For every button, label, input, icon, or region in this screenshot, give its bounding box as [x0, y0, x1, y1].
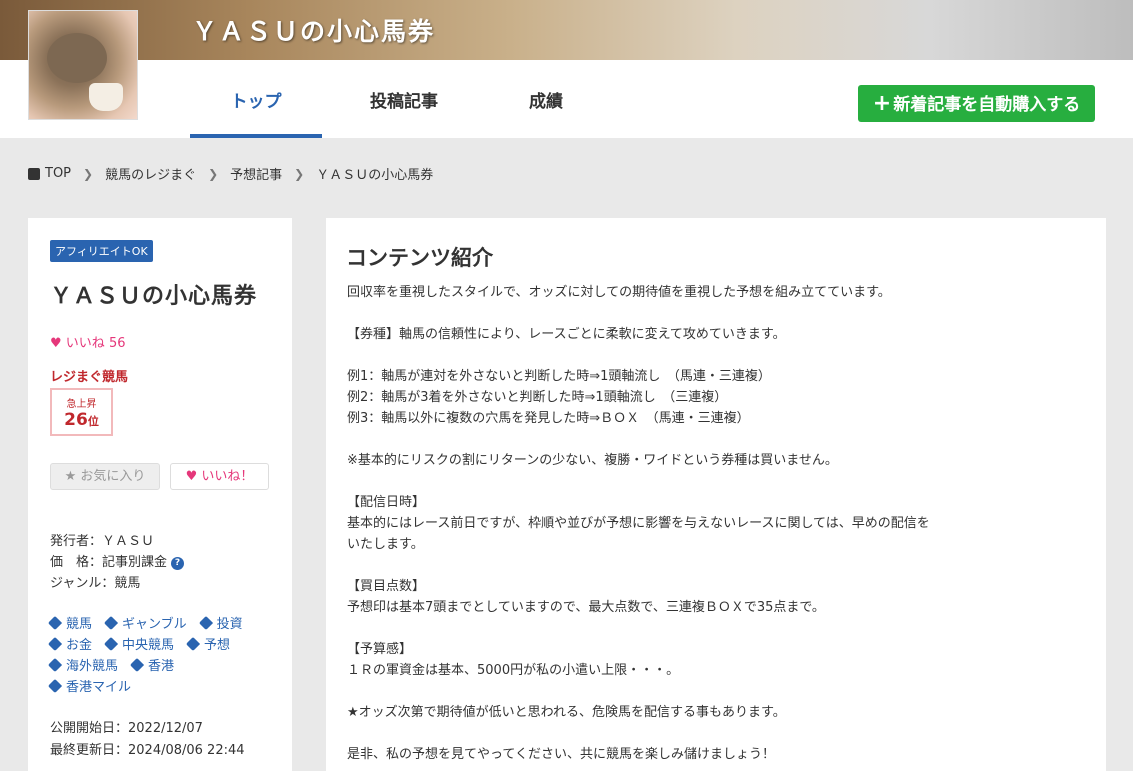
rank-status: 急上昇 [66, 399, 97, 410]
publisher: 発行者：ＹＡＳＵ [50, 534, 155, 549]
breadcrumb-top[interactable]: TOP [45, 166, 71, 181]
content-title: コンテンツ紹介 [346, 246, 493, 270]
dates: 公開開始日：2022/12/07 最終更新日：2024/08/06 22:44 [50, 718, 245, 762]
tag-icon [47, 657, 63, 673]
like-label: いいね！ [201, 469, 254, 484]
tag-icon [198, 615, 213, 631]
tag-icon [47, 615, 63, 631]
tag-item[interactable]: お金 [47, 635, 92, 656]
tag-icon [129, 657, 145, 673]
content-body: 回収率を重視したスタイルで、オッズに対しての期待値を重視した予想を組み立てていま… [347, 285, 930, 762]
cup-shape [89, 83, 123, 111]
tab-results[interactable]: 成績 [480, 60, 612, 138]
tab-top-label: トップ [230, 92, 282, 112]
genre: ジャンル：競馬 [50, 576, 141, 591]
heart-icon: ♥ [50, 336, 62, 351]
likes-label: いいね [65, 336, 105, 351]
tag-icon [185, 636, 201, 652]
tag-list: 競馬 ギャンブル 投資 お金 中央競馬 予想 海外競馬 香港 香港マイル [47, 614, 280, 698]
tag-item[interactable]: 香港 [129, 656, 174, 677]
auto-buy-button[interactable]: + 新着記事を自動購入する [858, 85, 1095, 122]
breadcrumb-keiba[interactable]: 競馬のレジまぐ [105, 164, 196, 183]
cat-face-shape [47, 33, 107, 83]
magazine-info-card: アフィリエイトOK ＹＡＳＵの小心馬券 ♥ いいね 56 レジまぐ競馬 急上昇 … [28, 218, 292, 771]
avatar[interactable] [28, 10, 138, 120]
cube-icon [28, 167, 40, 180]
likes-count: ♥ いいね 56 [50, 332, 126, 351]
chevron-right-icon: ❯ [208, 166, 219, 181]
content-card: コンテンツ紹介 回収率を重視したスタイルで、オッズに対しての期待値を重視した予想… [326, 218, 1106, 771]
chevron-right-icon: ❯ [294, 166, 305, 181]
favorite-label: お気に入り [80, 469, 146, 484]
header-banner: ＹＡＳＵの小心馬券 [0, 0, 1133, 60]
plus-icon: + [872, 91, 892, 116]
affiliate-badge: アフィリエイトOK [50, 240, 153, 262]
tag-item[interactable]: 予想 [185, 635, 230, 656]
banner-title: ＹＡＳＵの小心馬券 [192, 17, 436, 46]
updated-date: 最終更新日：2024/08/06 22:44 [50, 743, 245, 758]
tag-icon [103, 615, 119, 631]
tab-top[interactable]: トップ [190, 60, 322, 138]
tag-item[interactable]: ギャンブル [103, 614, 187, 635]
published-date: 公開開始日：2022/12/07 [50, 721, 203, 736]
tag-item[interactable]: 海外競馬 [47, 656, 118, 677]
breadcrumb: TOP ❯ 競馬のレジまぐ ❯ 予想記事 ❯ ＹＡＳＵの小心馬券 [28, 164, 433, 183]
help-icon[interactable]: ? [171, 557, 185, 570]
like-button[interactable]: ♥ いいね！ [170, 463, 269, 490]
tab-results-label: 成績 [529, 92, 563, 112]
rank-badge: 急上昇 26位 [50, 388, 113, 436]
likes-number: 56 [108, 336, 126, 351]
rank-value-wrap: 26位 [52, 410, 111, 432]
breadcrumb-current: ＹＡＳＵの小心馬券 [316, 168, 434, 183]
rank-value: 26 [64, 410, 88, 430]
tag-item[interactable]: 中央競馬 [103, 635, 174, 656]
star-icon: ★ [64, 469, 77, 484]
tag-item[interactable]: 香港マイル [47, 677, 131, 698]
chevron-right-icon: ❯ [83, 166, 94, 181]
rank-label: レジまぐ競馬 [50, 370, 129, 385]
price-text: 価 格：記事別課金 [50, 555, 168, 570]
favorite-button[interactable]: ★ お気に入り [50, 463, 160, 490]
tab-posts-label: 投稿記事 [370, 92, 438, 112]
tag-icon [47, 636, 63, 652]
heart-icon: ♥ [185, 469, 198, 484]
tab-posts[interactable]: 投稿記事 [338, 60, 470, 138]
tag-icon [103, 636, 119, 652]
auto-buy-label: 新着記事を自動購入する [893, 95, 1081, 115]
rank-unit: 位 [87, 415, 99, 428]
tag-icon [47, 678, 63, 694]
tag-item[interactable]: 投資 [198, 614, 243, 635]
breadcrumb-yoso[interactable]: 予想記事 [230, 164, 282, 183]
tag-item[interactable]: 競馬 [47, 614, 92, 635]
price: 価 格：記事別課金? [50, 551, 185, 570]
magazine-title: ＹＡＳＵの小心馬券 [50, 284, 258, 309]
